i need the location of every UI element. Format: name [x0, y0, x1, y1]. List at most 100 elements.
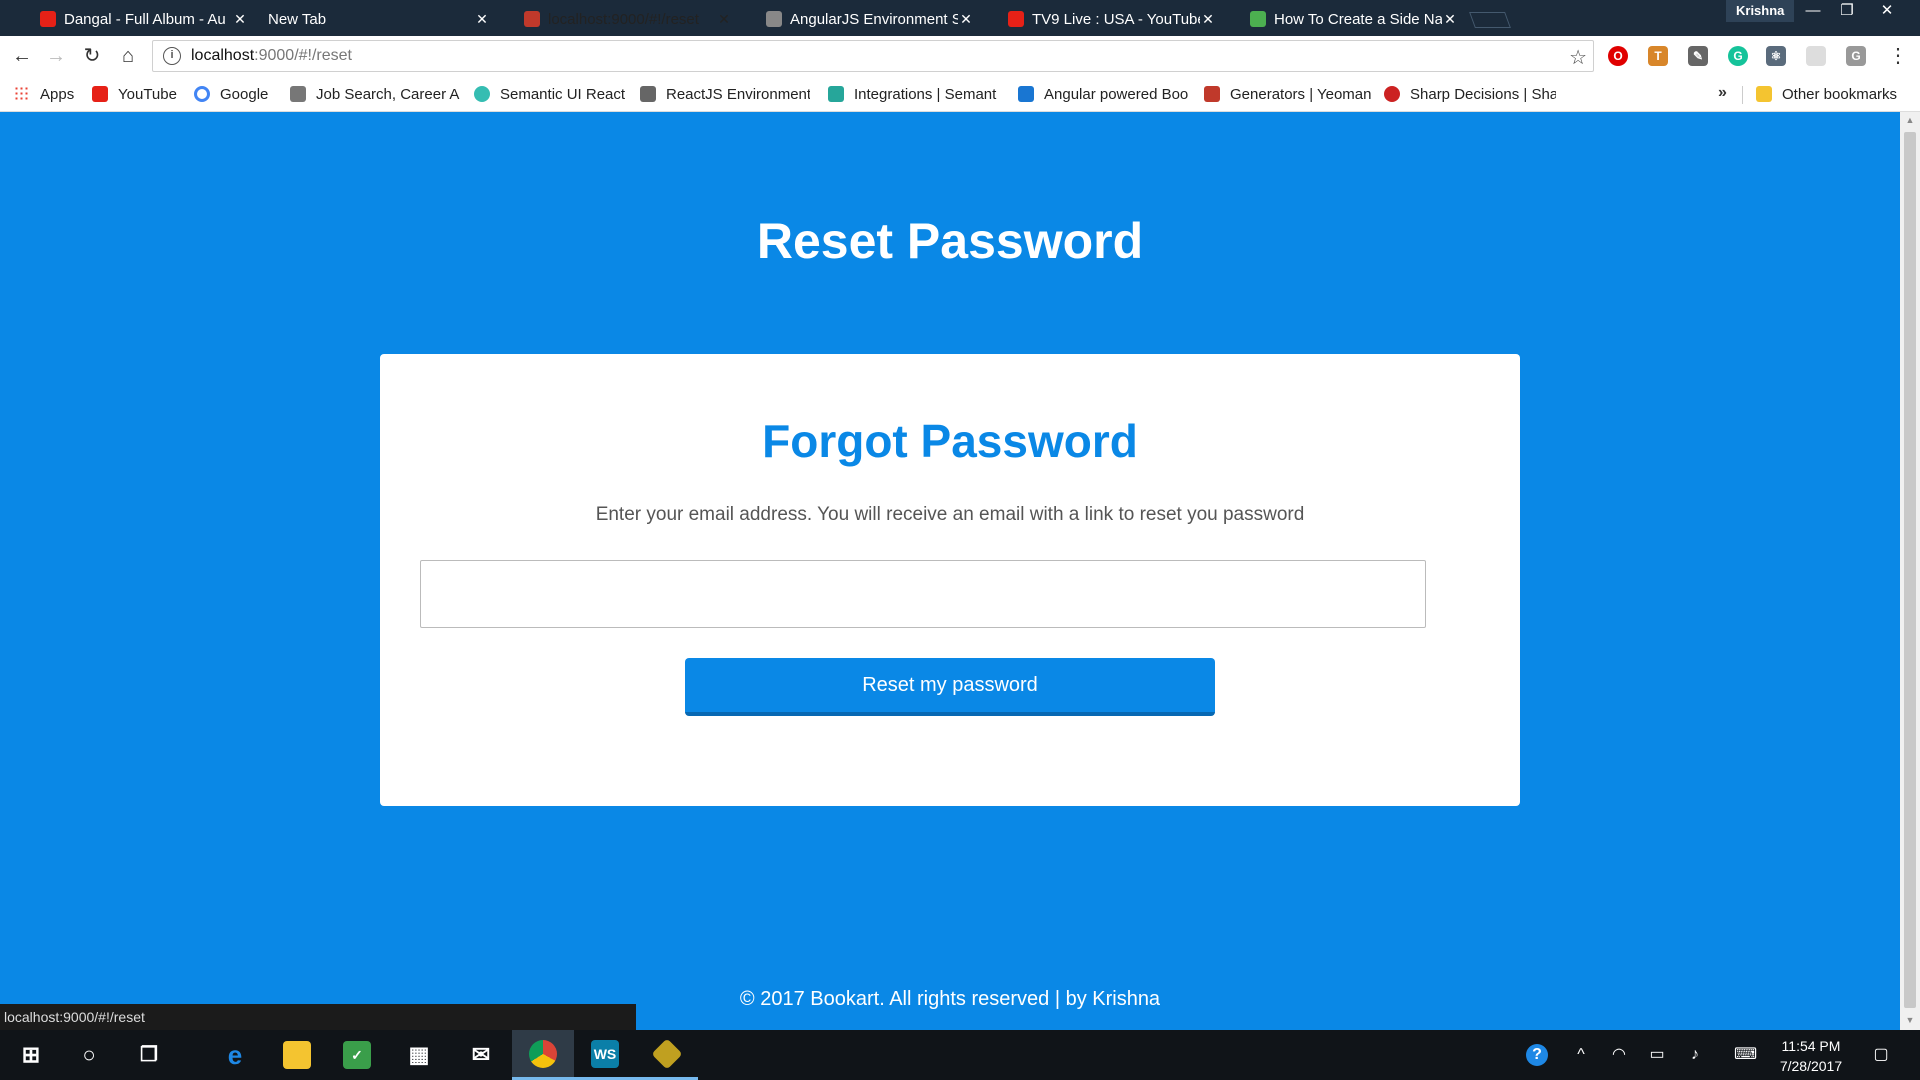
keyboard-icon[interactable]: ⌨ [1734, 1044, 1757, 1066]
close-icon[interactable]: ✕ [1200, 11, 1216, 28]
bookmark-apps[interactable]: Apps [14, 84, 74, 104]
mail-app[interactable]: ✉ [450, 1030, 512, 1080]
reactjs-env-icon [640, 86, 656, 102]
close-icon[interactable]: ✕ [716, 11, 732, 28]
info-icon[interactable]: i [163, 47, 181, 65]
bookmark-label: Integrations | Semant [854, 85, 997, 103]
close-icon[interactable]: ✕ [474, 11, 490, 28]
gitkraken-app[interactable] [636, 1030, 698, 1080]
integrations-icon [828, 86, 844, 102]
chrome-icon [529, 1039, 557, 1068]
bookmark-reactjs-env[interactable]: ReactJS Environment [640, 84, 810, 104]
extension-icon[interactable] [1806, 46, 1826, 66]
vertical-scrollbar[interactable]: ▲ ▼ [1900, 112, 1920, 1030]
bookmark-angular-bootstrap[interactable]: Angular powered Boo [1018, 84, 1190, 104]
scroll-thumb[interactable] [1904, 132, 1916, 1008]
help-icon[interactable]: ? [1526, 1044, 1548, 1066]
minimize-button[interactable]: — [1796, 0, 1830, 22]
google-ext-icon[interactable]: G [1846, 46, 1866, 66]
start-button[interactable]: ⊞ [0, 1030, 62, 1080]
url-host: localhost [191, 47, 255, 64]
pen-icon[interactable]: ✎ [1688, 46, 1708, 66]
reload-button[interactable]: ↻ [80, 44, 104, 68]
bookmark-semantic-ui-react[interactable]: Semantic UI React [474, 84, 634, 104]
close-icon[interactable]: ✕ [1442, 11, 1458, 28]
spreadsheet-app[interactable]: ✓ [326, 1030, 388, 1080]
bookmark-yeoman[interactable]: Generators | Yeoman [1204, 84, 1374, 104]
tab-localhost-reset[interactable]: localhost:9000/#!/reset ✕ [498, 2, 742, 36]
bookmark-label: Sharp Decisions | Sha [1410, 85, 1556, 103]
tab-title: New Tab [268, 10, 327, 28]
chevron-up-icon[interactable]: ^ [1570, 1044, 1592, 1066]
tab-title: TV9 Live : USA - YouTube [1032, 10, 1200, 28]
close-icon[interactable]: ✕ [232, 11, 248, 28]
webstorm-app[interactable]: WS [574, 1030, 636, 1080]
other-bookmarks[interactable]: Other bookmarks [1756, 84, 1897, 104]
window-close-button[interactable]: ✕ [1870, 0, 1904, 22]
chrome-menu-icon[interactable]: ⋮ [1886, 44, 1910, 68]
task-view-button[interactable]: ❐ [118, 1030, 180, 1080]
edge-app[interactable]: e [204, 1030, 266, 1080]
tag-icon[interactable]: T [1648, 46, 1668, 66]
bookmark-job-search[interactable]: Job Search, Career Ac [290, 84, 460, 104]
windows-taskbar: ⊞ ○ ❐ e ✓ ▦ ✉ WS ? ^ ◠ ▭ ♪ ⌨ 11:54 PM 7/… [0, 1030, 1920, 1080]
cortana-button[interactable]: ○ [58, 1030, 120, 1080]
tab-tv9-live[interactable]: TV9 Live : USA - YouTube ✕ [982, 2, 1226, 36]
store-app[interactable]: ▦ [388, 1030, 450, 1080]
back-button[interactable]: ← [10, 44, 34, 68]
folder-icon [283, 1041, 311, 1069]
bookmarks-divider [1742, 86, 1743, 104]
cortana-icon: ○ [82, 1042, 96, 1067]
google-icon [194, 86, 210, 102]
tab-title: localhost:9000/#!/reset [548, 10, 699, 28]
volume-icon[interactable]: ♪ [1684, 1044, 1706, 1066]
windows-icon: ⊞ [21, 1042, 41, 1067]
status-bubble: localhost:9000/#!/reset [0, 1004, 636, 1030]
card-instructions: Enter your email address. You will recei… [595, 504, 1305, 525]
youtube-icon [40, 11, 56, 27]
bookmark-integrations[interactable]: Integrations | Semant [828, 84, 1000, 104]
home-button[interactable]: ⌂ [116, 44, 140, 68]
tab-side-nav[interactable]: How To Create a Side Na ✕ [1224, 2, 1468, 36]
chrome-app[interactable] [512, 1030, 574, 1080]
react-devtools-icon[interactable]: ⚛ [1766, 46, 1786, 66]
bookmark-sharp-decisions[interactable]: Sharp Decisions | Sha [1384, 84, 1556, 104]
battery-icon[interactable]: ▭ [1646, 1044, 1668, 1066]
close-icon[interactable]: ✕ [958, 11, 974, 28]
forward-button[interactable]: → [44, 44, 68, 68]
bookmark-label: YouTube [118, 85, 177, 103]
wifi-icon[interactable]: ◠ [1608, 1044, 1630, 1066]
clock-time: 11:54 PM [1781, 1038, 1841, 1054]
tab-title: Dangal - Full Album - Au [64, 10, 226, 28]
angular-env-icon [766, 11, 782, 27]
browser-toolbar: ← → ↻ ⌂ i localhost :9000/#!/reset ☆ O T… [0, 36, 1920, 76]
opera-icon[interactable]: O [1608, 46, 1628, 66]
bookmark-label: ReactJS Environment [666, 85, 810, 103]
bookmark-label: Semantic UI React [500, 85, 626, 103]
restore-button[interactable]: ❐ [1830, 0, 1864, 22]
email-field[interactable] [420, 560, 1426, 628]
scroll-down-arrow[interactable]: ▼ [1900, 1012, 1920, 1028]
clock-date: 7/28/2017 [1779, 1058, 1843, 1074]
grammarly-icon[interactable]: G [1728, 46, 1748, 66]
bookmarks-overflow-button[interactable]: » [1718, 84, 1727, 102]
file-explorer-app[interactable] [266, 1030, 328, 1080]
notifications-icon[interactable]: ▢ [1870, 1044, 1892, 1066]
tab-title: How To Create a Side Na [1274, 10, 1442, 28]
bookmark-youtube[interactable]: YouTube [92, 84, 188, 104]
reset-password-button[interactable]: Reset my password [685, 658, 1215, 716]
profile-button[interactable]: Krishna [1726, 0, 1795, 22]
new-tab-button[interactable] [1469, 12, 1511, 28]
star-icon[interactable]: ☆ [1569, 45, 1587, 70]
system-clock[interactable]: 11:54 PM 7/28/2017 [1766, 1036, 1856, 1076]
bookmark-google[interactable]: Google [194, 84, 284, 104]
tab-angularjs-env[interactable]: AngularJS Environment S ✕ [740, 2, 984, 36]
job-search-icon [290, 86, 306, 102]
tab-new-tab[interactable]: New Tab ✕ [256, 2, 500, 36]
bookmark-label: Job Search, Career Ac [316, 85, 460, 103]
tab-dangal[interactable]: Dangal - Full Album - Au ✕ [14, 2, 258, 36]
address-bar[interactable]: i localhost :9000/#!/reset ☆ [152, 40, 1594, 72]
scroll-up-arrow[interactable]: ▲ [1900, 112, 1920, 128]
semantic-ui-icon [474, 86, 490, 102]
bookmark-label: Generators | Yeoman [1230, 85, 1372, 103]
